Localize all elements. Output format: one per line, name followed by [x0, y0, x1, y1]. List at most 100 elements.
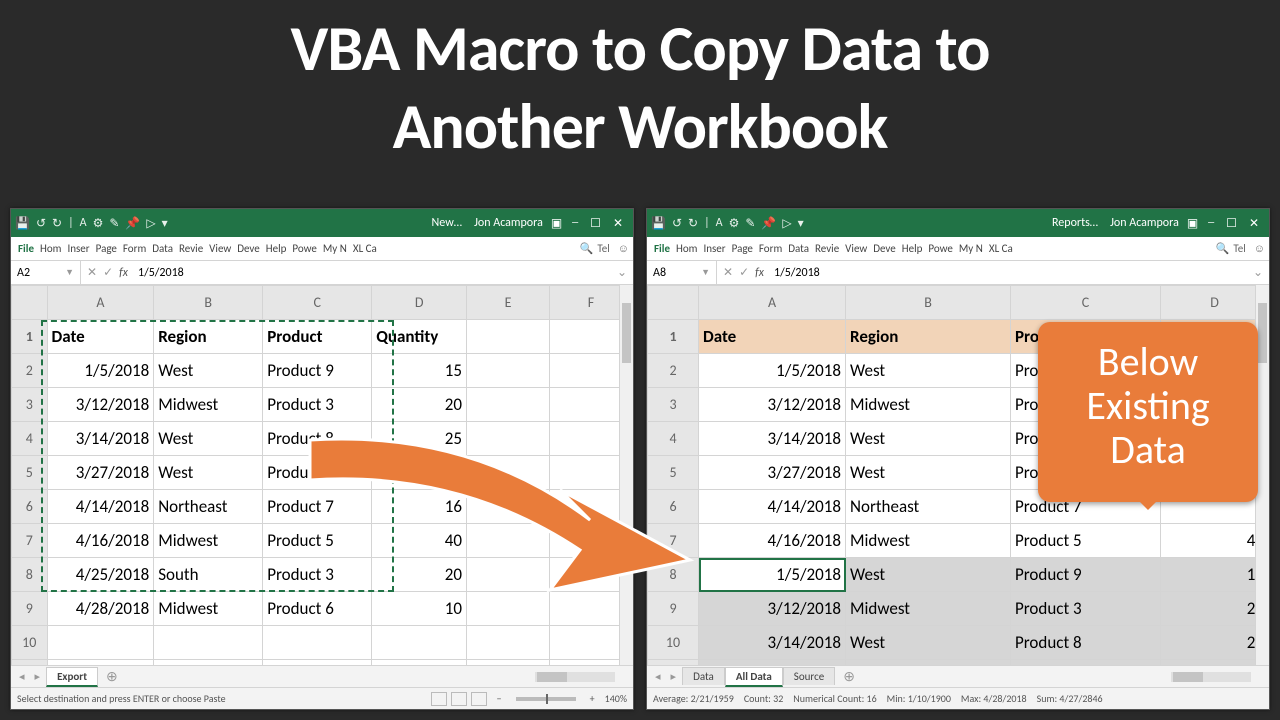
cell[interactable]: Midwest: [846, 592, 1011, 626]
expand-formula-icon[interactable]: ⌄: [1247, 265, 1269, 280]
cell[interactable]: 4/25/2018: [47, 558, 154, 592]
cell[interactable]: Midwest: [846, 388, 1011, 422]
vertical-scrollbar[interactable]: [619, 285, 633, 665]
row-header[interactable]: 7: [648, 524, 699, 558]
ribbon-tab-hom[interactable]: Hom: [673, 242, 700, 255]
cell[interactable]: West: [154, 456, 263, 490]
cell[interactable]: Date: [699, 320, 846, 354]
cell[interactable]: South: [154, 558, 263, 592]
cell[interactable]: Product 8: [1011, 626, 1161, 660]
ribbon-tab-page[interactable]: Page: [93, 242, 120, 255]
cell[interactable]: 1/5/2018: [699, 558, 846, 592]
cancel-icon[interactable]: ✕: [87, 265, 97, 280]
view-buttons[interactable]: [431, 692, 487, 706]
sheet-tab[interactable]: Export: [46, 667, 98, 687]
cell[interactable]: 10: [372, 592, 467, 626]
ribbon-tab-revie[interactable]: Revie: [812, 242, 842, 255]
save-icon[interactable]: 💾: [651, 216, 666, 231]
cell[interactable]: Product 5: [263, 524, 372, 558]
row-header[interactable]: 3: [648, 388, 699, 422]
cell[interactable]: Product 1: [263, 456, 372, 490]
ribbon-tab-powe[interactable]: Powe: [925, 242, 955, 255]
horizontal-scrollbar[interactable]: [535, 672, 615, 682]
cell[interactable]: 15: [372, 354, 467, 388]
redo-icon[interactable]: ↻: [52, 216, 62, 231]
cell[interactable]: Midwest: [154, 592, 263, 626]
maximize-button[interactable]: ☐: [1226, 216, 1237, 231]
gear-icon[interactable]: ⚙: [729, 216, 740, 231]
row-header[interactable]: 10: [648, 626, 699, 660]
cell[interactable]: Product 3: [263, 558, 372, 592]
cancel-icon[interactable]: ✕: [723, 265, 733, 280]
cell[interactable]: 16: [372, 490, 467, 524]
cell[interactable]: Product 6: [263, 592, 372, 626]
cell[interactable]: West: [846, 558, 1011, 592]
add-sheet-button[interactable]: ⊕: [100, 668, 124, 685]
row-header[interactable]: 2: [12, 354, 48, 388]
name-box[interactable]: A8▼: [647, 261, 717, 284]
cell[interactable]: 3/12/2018: [699, 388, 846, 422]
search-icon[interactable]: 🔍: [580, 242, 594, 255]
ribbon-tab-help[interactable]: Help: [263, 242, 290, 255]
cell[interactable]: 1/5/2018: [47, 354, 154, 388]
feedback-icon[interactable]: ☺: [1254, 242, 1265, 255]
ribbon-tab-powe[interactable]: Powe: [289, 242, 319, 255]
select-all-cell[interactable]: [648, 286, 699, 320]
ribbon-tab-revie[interactable]: Revie: [176, 242, 206, 255]
pin-icon[interactable]: 📌: [125, 216, 140, 231]
cell[interactable]: Midwest: [154, 388, 263, 422]
redo-icon[interactable]: ↻: [688, 216, 698, 231]
select-all-cell[interactable]: [12, 286, 48, 320]
tell-me[interactable]: Tel: [1233, 242, 1245, 255]
col-header[interactable]: D: [1161, 286, 1269, 320]
cell[interactable]: 20: [372, 558, 467, 592]
sheet-tab[interactable]: Data: [682, 667, 725, 685]
zoom-level[interactable]: 140%: [605, 692, 627, 705]
col-header[interactable]: B: [154, 286, 263, 320]
cell[interactable]: Product: [263, 320, 372, 354]
ribbon-tab-file[interactable]: File: [15, 242, 37, 255]
cell[interactable]: 20: [372, 388, 467, 422]
col-header[interactable]: D: [372, 286, 467, 320]
ribbon-tab-my n[interactable]: My N: [956, 242, 986, 255]
ribbon-tab-view[interactable]: View: [206, 242, 234, 255]
cell[interactable]: 25: [1161, 626, 1269, 660]
cell[interactable]: 20: [1161, 592, 1269, 626]
cell[interactable]: Midwest: [846, 524, 1011, 558]
row-header[interactable]: 9: [648, 592, 699, 626]
cell[interactable]: 3/14/2018: [47, 422, 154, 456]
sheet-tab[interactable]: Source: [783, 667, 835, 685]
add-sheet-button[interactable]: ⊕: [837, 668, 861, 685]
cell[interactable]: Region: [154, 320, 263, 354]
search-icon[interactable]: 🔍: [1216, 242, 1230, 255]
cell[interactable]: West: [846, 456, 1011, 490]
ribbon-tab-hom[interactable]: Hom: [37, 242, 64, 255]
cell[interactable]: 3/27/2018: [699, 660, 846, 666]
name-box[interactable]: A2▼: [11, 261, 81, 284]
row-header[interactable]: 9: [12, 592, 48, 626]
ribbon-display-icon[interactable]: ▣: [551, 216, 562, 231]
undo-icon[interactable]: ↺: [36, 216, 46, 231]
cell[interactable]: Region: [846, 320, 1011, 354]
col-header[interactable]: A: [47, 286, 154, 320]
cell[interactable]: Product 1: [1011, 660, 1161, 666]
enter-icon[interactable]: ✓: [103, 265, 113, 280]
row-header[interactable]: 11: [648, 660, 699, 666]
ribbon-tab-my n[interactable]: My N: [320, 242, 350, 255]
cell[interactable]: 3/14/2018: [699, 626, 846, 660]
cell[interactable]: West: [846, 660, 1011, 666]
ribbon-display-icon[interactable]: ▣: [1187, 216, 1198, 231]
row-header[interactable]: 10: [12, 626, 48, 660]
cell[interactable]: West: [154, 354, 263, 388]
sheet-nav-next[interactable]: ▸: [667, 670, 681, 683]
cell[interactable]: 4/14/2018: [699, 490, 846, 524]
horizontal-scrollbar[interactable]: [1171, 672, 1251, 682]
cell[interactable]: Midwest: [154, 524, 263, 558]
feedback-icon[interactable]: ☺: [618, 242, 629, 255]
expand-formula-icon[interactable]: ⌄: [611, 265, 633, 280]
col-header[interactable]: B: [846, 286, 1011, 320]
qat-icon[interactable]: A: [80, 216, 87, 230]
cell[interactable]: 3/27/2018: [47, 456, 154, 490]
ribbon-tab-view[interactable]: View: [842, 242, 870, 255]
ribbon-tab-deve[interactable]: Deve: [234, 242, 263, 255]
